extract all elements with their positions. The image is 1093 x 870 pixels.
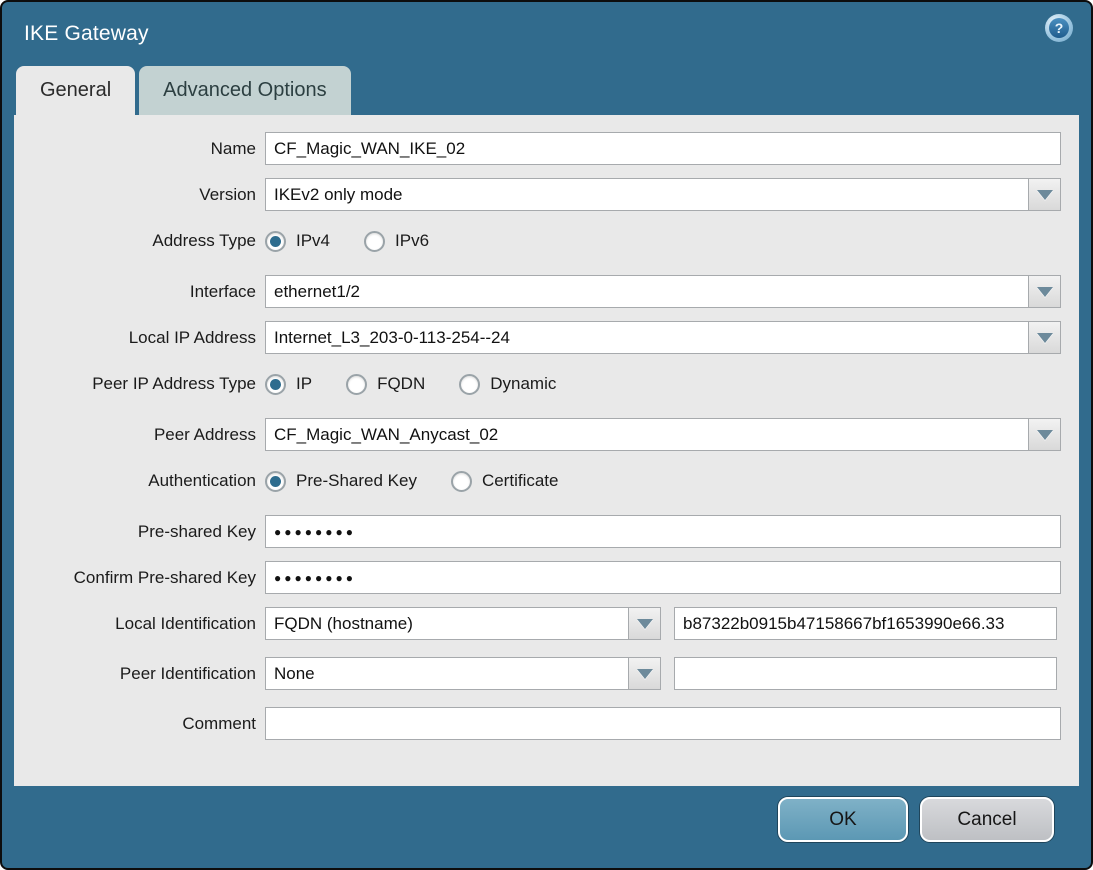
radio-option-ipv6[interactable]: IPv6 xyxy=(364,231,429,252)
local-identification-row: Local Identification xyxy=(14,607,1061,640)
radio-pre-shared-key-label: Pre-Shared Key xyxy=(296,471,417,491)
name-input[interactable] xyxy=(265,132,1061,165)
confirm-preshared-key-input[interactable] xyxy=(265,561,1061,594)
interface-label: Interface xyxy=(14,282,265,302)
chevron-down-icon xyxy=(1037,333,1053,343)
version-row: Version xyxy=(14,178,1061,211)
radio-certificate-label: Certificate xyxy=(482,471,559,491)
version-dropdown-button[interactable] xyxy=(1028,178,1061,211)
radio-ipv4-label: IPv4 xyxy=(296,231,330,251)
interface-combobox xyxy=(265,275,1061,308)
tab-bar: General Advanced Options xyxy=(14,66,1079,115)
radio-option-dynamic[interactable]: Dynamic xyxy=(459,374,556,395)
radio-option-certificate[interactable]: Certificate xyxy=(451,471,559,492)
tab-general[interactable]: General xyxy=(16,66,135,115)
peer-identification-label: Peer Identification xyxy=(14,664,265,684)
radio-option-ipv4[interactable]: IPv4 xyxy=(265,231,330,252)
radio-pre-shared-key-icon xyxy=(265,471,286,492)
chevron-down-icon xyxy=(637,619,653,629)
radio-ipv4-icon xyxy=(265,231,286,252)
interface-dropdown-button[interactable] xyxy=(1028,275,1061,308)
radio-ip-icon xyxy=(265,374,286,395)
confirm-preshared-key-label: Confirm Pre-shared Key xyxy=(14,568,265,588)
ike-gateway-dialog: IKE Gateway ? General Advanced Options N… xyxy=(0,0,1093,870)
peer-ip-type-label: Peer IP Address Type xyxy=(14,374,265,394)
peer-address-input[interactable] xyxy=(265,418,1029,451)
comment-input[interactable] xyxy=(265,707,1061,740)
local-ip-row: Local IP Address xyxy=(14,321,1061,354)
preshared-key-row: Pre-shared Key xyxy=(14,515,1061,548)
local-ip-combobox xyxy=(265,321,1061,354)
ok-button[interactable]: OK xyxy=(778,797,908,842)
dialog-title: IKE Gateway xyxy=(24,22,149,46)
local-identification-type-input[interactable] xyxy=(265,607,629,640)
address-type-row: Address Type IPv4 IPv6 xyxy=(14,224,1061,258)
radio-dynamic-label: Dynamic xyxy=(490,374,556,394)
help-icon[interactable]: ? xyxy=(1045,14,1073,42)
peer-identification-dropdown-button[interactable] xyxy=(628,657,661,690)
name-row: Name xyxy=(14,132,1061,165)
version-input[interactable] xyxy=(265,178,1029,211)
local-identification-dropdown-button[interactable] xyxy=(628,607,661,640)
local-ip-input[interactable] xyxy=(265,321,1029,354)
radio-fqdn-icon xyxy=(346,374,367,395)
confirm-preshared-key-row: Confirm Pre-shared Key xyxy=(14,561,1061,594)
question-mark-glyph: ? xyxy=(1049,18,1069,38)
tab-advanced-options[interactable]: Advanced Options xyxy=(139,66,350,115)
cancel-button[interactable]: Cancel xyxy=(920,797,1054,842)
peer-identification-value-input[interactable] xyxy=(674,657,1057,690)
radio-option-fqdn[interactable]: FQDN xyxy=(346,374,425,395)
radio-ip-label: IP xyxy=(296,374,312,394)
radio-fqdn-label: FQDN xyxy=(377,374,425,394)
radio-ipv6-icon xyxy=(364,231,385,252)
radio-option-ip[interactable]: IP xyxy=(265,374,312,395)
preshared-key-label: Pre-shared Key xyxy=(14,522,265,542)
version-label: Version xyxy=(14,185,265,205)
peer-identification-type-combobox xyxy=(265,657,661,690)
version-combobox xyxy=(265,178,1061,211)
chevron-down-icon xyxy=(1037,430,1053,440)
local-ip-dropdown-button[interactable] xyxy=(1028,321,1061,354)
local-identification-label: Local Identification xyxy=(14,614,265,634)
comment-label: Comment xyxy=(14,714,265,734)
dialog-footer: OK Cancel xyxy=(14,786,1079,868)
preshared-key-input[interactable] xyxy=(265,515,1061,548)
radio-option-pre-shared-key[interactable]: Pre-Shared Key xyxy=(265,471,417,492)
radio-ipv6-label: IPv6 xyxy=(395,231,429,251)
peer-address-dropdown-button[interactable] xyxy=(1028,418,1061,451)
interface-input[interactable] xyxy=(265,275,1029,308)
peer-ip-type-row: Peer IP Address Type IP FQDN Dynamic xyxy=(14,367,1061,401)
interface-row: Interface xyxy=(14,275,1061,308)
peer-address-label: Peer Address xyxy=(14,425,265,445)
authentication-label: Authentication xyxy=(14,471,265,491)
name-label: Name xyxy=(14,139,265,159)
radio-certificate-icon xyxy=(451,471,472,492)
general-tab-panel: Name Version Address Type IPv4 xyxy=(14,115,1079,786)
local-ip-label: Local IP Address xyxy=(14,328,265,348)
authentication-row: Authentication Pre-Shared Key Certificat… xyxy=(14,464,1061,498)
local-identification-value-input[interactable] xyxy=(674,607,1057,640)
chevron-down-icon xyxy=(1037,287,1053,297)
local-identification-type-combobox xyxy=(265,607,661,640)
peer-identification-type-input[interactable] xyxy=(265,657,629,690)
peer-address-combobox xyxy=(265,418,1061,451)
peer-address-row: Peer Address xyxy=(14,418,1061,451)
address-type-label: Address Type xyxy=(14,231,265,251)
radio-dynamic-icon xyxy=(459,374,480,395)
comment-row: Comment xyxy=(14,707,1061,740)
chevron-down-icon xyxy=(1037,190,1053,200)
chevron-down-icon xyxy=(637,669,653,679)
dialog-titlebar: IKE Gateway ? xyxy=(14,2,1079,66)
peer-identification-row: Peer Identification xyxy=(14,657,1061,690)
